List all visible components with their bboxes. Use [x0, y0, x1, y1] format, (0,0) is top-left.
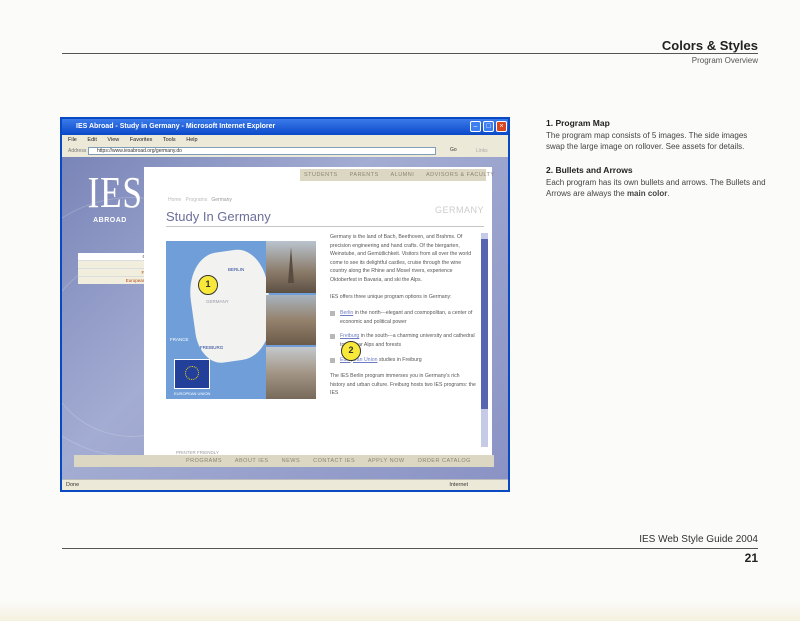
- browser-window: IES Abroad - Study in Germany - Microsof…: [60, 117, 510, 492]
- close-icon[interactable]: ×: [496, 121, 507, 132]
- header-rule: [62, 53, 758, 54]
- menu-tools[interactable]: Tools: [163, 137, 176, 143]
- callout-2: 2: [341, 341, 361, 361]
- main-color-emphasis: main color: [626, 189, 668, 198]
- go-button[interactable]: Go: [450, 147, 457, 153]
- browser-title: IES Abroad - Study in Germany - Microsof…: [76, 123, 276, 130]
- links-label[interactable]: Links: [476, 148, 488, 154]
- content-panel: STUDENTS PARENTS ALUMNI ADVISORS & FACUL…: [144, 167, 494, 463]
- zone-text: Internet: [449, 482, 468, 488]
- map-label-eu: EUROPEAN UNION: [174, 391, 211, 396]
- options-intro: IES offers three unique program options …: [330, 293, 452, 300]
- nav-news[interactable]: NEWS: [282, 458, 301, 464]
- eu-photo[interactable]: [266, 347, 316, 399]
- maximize-icon[interactable]: □: [483, 121, 494, 132]
- nav-advisors-faculty[interactable]: ADVISORS & FACULTY: [426, 172, 495, 178]
- berlin-photo[interactable]: [266, 241, 316, 293]
- browser-statusbar: Done Internet: [62, 479, 508, 490]
- link-freiburg[interactable]: Freiburg: [340, 333, 359, 339]
- program-map[interactable]: BERLIN GERMANY FRANCE FREIBURG EUROPEAN …: [166, 241, 316, 399]
- bottom-nav: PROGRAMS ABOUT IES NEWS CONTACT IES APPL…: [74, 455, 494, 467]
- body-text: Germany is the land of Bach, Beethoven, …: [330, 233, 476, 406]
- nav-contact-ies[interactable]: CONTACT IES: [313, 458, 355, 464]
- content-scrollbar[interactable]: [481, 233, 488, 447]
- page-title: Colors & Styles: [661, 38, 758, 53]
- closing-paragraph: The IES Berlin program immerses you in G…: [330, 373, 476, 397]
- nav-apply-now[interactable]: APPLY NOW: [368, 458, 405, 464]
- nav-alumni[interactable]: ALUMNI: [390, 172, 414, 178]
- menu-favorites[interactable]: Favorites: [130, 137, 153, 143]
- menu-edit[interactable]: Edit: [87, 137, 96, 143]
- link-berlin[interactable]: Berlin: [340, 310, 353, 316]
- note-1-text: The program map consists of 5 images. Th…: [546, 131, 748, 151]
- note-2-heading: 2. Bullets and Arrows: [546, 165, 633, 175]
- status-text: Done: [66, 482, 80, 488]
- minimize-icon[interactable]: –: [470, 121, 481, 132]
- note-2-text: Each program has its own bullets and arr…: [546, 178, 766, 198]
- page-subtitle: Program Overview: [691, 56, 758, 65]
- church-spire-icon: [288, 247, 294, 283]
- browser-menubar: File Edit View Favorites Tools Help: [62, 135, 508, 145]
- nav-about-ies[interactable]: ABOUT IES: [235, 458, 269, 464]
- germany-map-shape: [184, 246, 278, 366]
- eu-stars-icon: [185, 366, 199, 380]
- page-number: 21: [744, 551, 758, 565]
- intro-paragraph: Germany is the land of Bach, Beethoven, …: [330, 234, 472, 283]
- footer-guide-title: IES Web Style Guide 2004: [639, 534, 758, 545]
- title-divider: [166, 226, 484, 227]
- freiburg-photo[interactable]: [266, 295, 316, 345]
- ies-logo[interactable]: IES ABROAD: [82, 171, 142, 225]
- breadcrumb: Home Programs Germany: [168, 197, 232, 203]
- address-input[interactable]: https://www.iesabroad.org/germany.do: [88, 147, 436, 155]
- map-label-france: FRANCE: [170, 337, 189, 342]
- nav-parents[interactable]: PARENTS: [350, 172, 379, 178]
- note-1-heading: 1. Program Map: [546, 118, 610, 128]
- country-label: GERMANY: [434, 205, 484, 215]
- footer-rule: [62, 548, 758, 549]
- nav-students[interactable]: STUDENTS: [304, 172, 338, 178]
- bullet-berlin: Berlin in the north---elegant and cosmop…: [330, 309, 476, 326]
- nav-order-catalog[interactable]: ORDER CATALOG: [418, 458, 471, 464]
- menu-help[interactable]: Help: [186, 137, 197, 143]
- browser-titlebar: IES Abroad - Study in Germany - Microsof…: [62, 119, 508, 135]
- address-label: Address: [68, 148, 87, 154]
- website-viewport: IES ABROAD Germany Berlin » Freiburg » E…: [62, 157, 508, 481]
- map-label-germany: GERMANY: [206, 299, 229, 304]
- page-bottom-band: [0, 600, 800, 621]
- map-label-freiburg[interactable]: FREIBURG: [200, 345, 223, 350]
- nav-programs[interactable]: PROGRAMS: [186, 458, 222, 464]
- top-nav: STUDENTS PARENTS ALUMNI ADVISORS & FACUL…: [300, 169, 494, 181]
- callout-1: 1: [198, 275, 218, 295]
- scroll-thumb[interactable]: [481, 239, 488, 409]
- eu-flag[interactable]: [174, 359, 210, 389]
- address-bar: Address https://www.iesabroad.org/german…: [62, 145, 508, 157]
- notes-panel: 1. Program Map The program map consists …: [546, 118, 766, 212]
- menu-view[interactable]: View: [107, 137, 119, 143]
- site-page-title: Study In Germany: [166, 209, 271, 224]
- menu-file[interactable]: File: [68, 137, 77, 143]
- map-label-berlin[interactable]: BERLIN: [228, 267, 244, 272]
